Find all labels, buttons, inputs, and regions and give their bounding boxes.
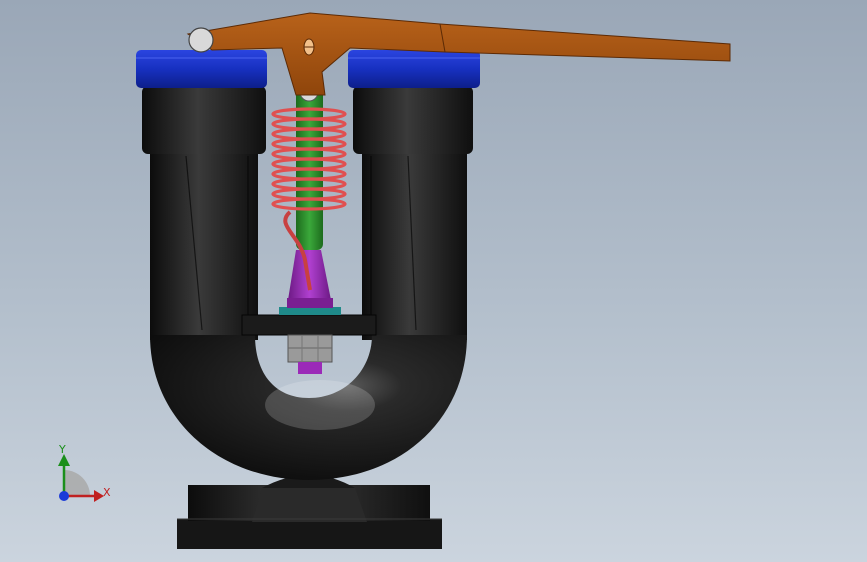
base-flange[interactable]: [177, 475, 442, 549]
graphics-viewport[interactable]: Y X: [0, 0, 867, 562]
coordinate-triad: [58, 454, 104, 502]
axis-y-label: Y: [59, 443, 66, 456]
mounting-plate[interactable]: [241, 307, 377, 336]
pivot-pin: [188, 27, 214, 53]
left-cap[interactable]: [136, 50, 267, 88]
axis-x-label: X: [103, 486, 111, 499]
hex-nut[interactable]: [287, 334, 333, 374]
model-view[interactable]: [0, 0, 867, 562]
valve-seat: [279, 307, 341, 315]
right-tube[interactable]: [353, 86, 473, 340]
right-cap[interactable]: [348, 50, 480, 88]
left-tube[interactable]: [142, 86, 266, 340]
axis-z-dot: [59, 491, 69, 501]
